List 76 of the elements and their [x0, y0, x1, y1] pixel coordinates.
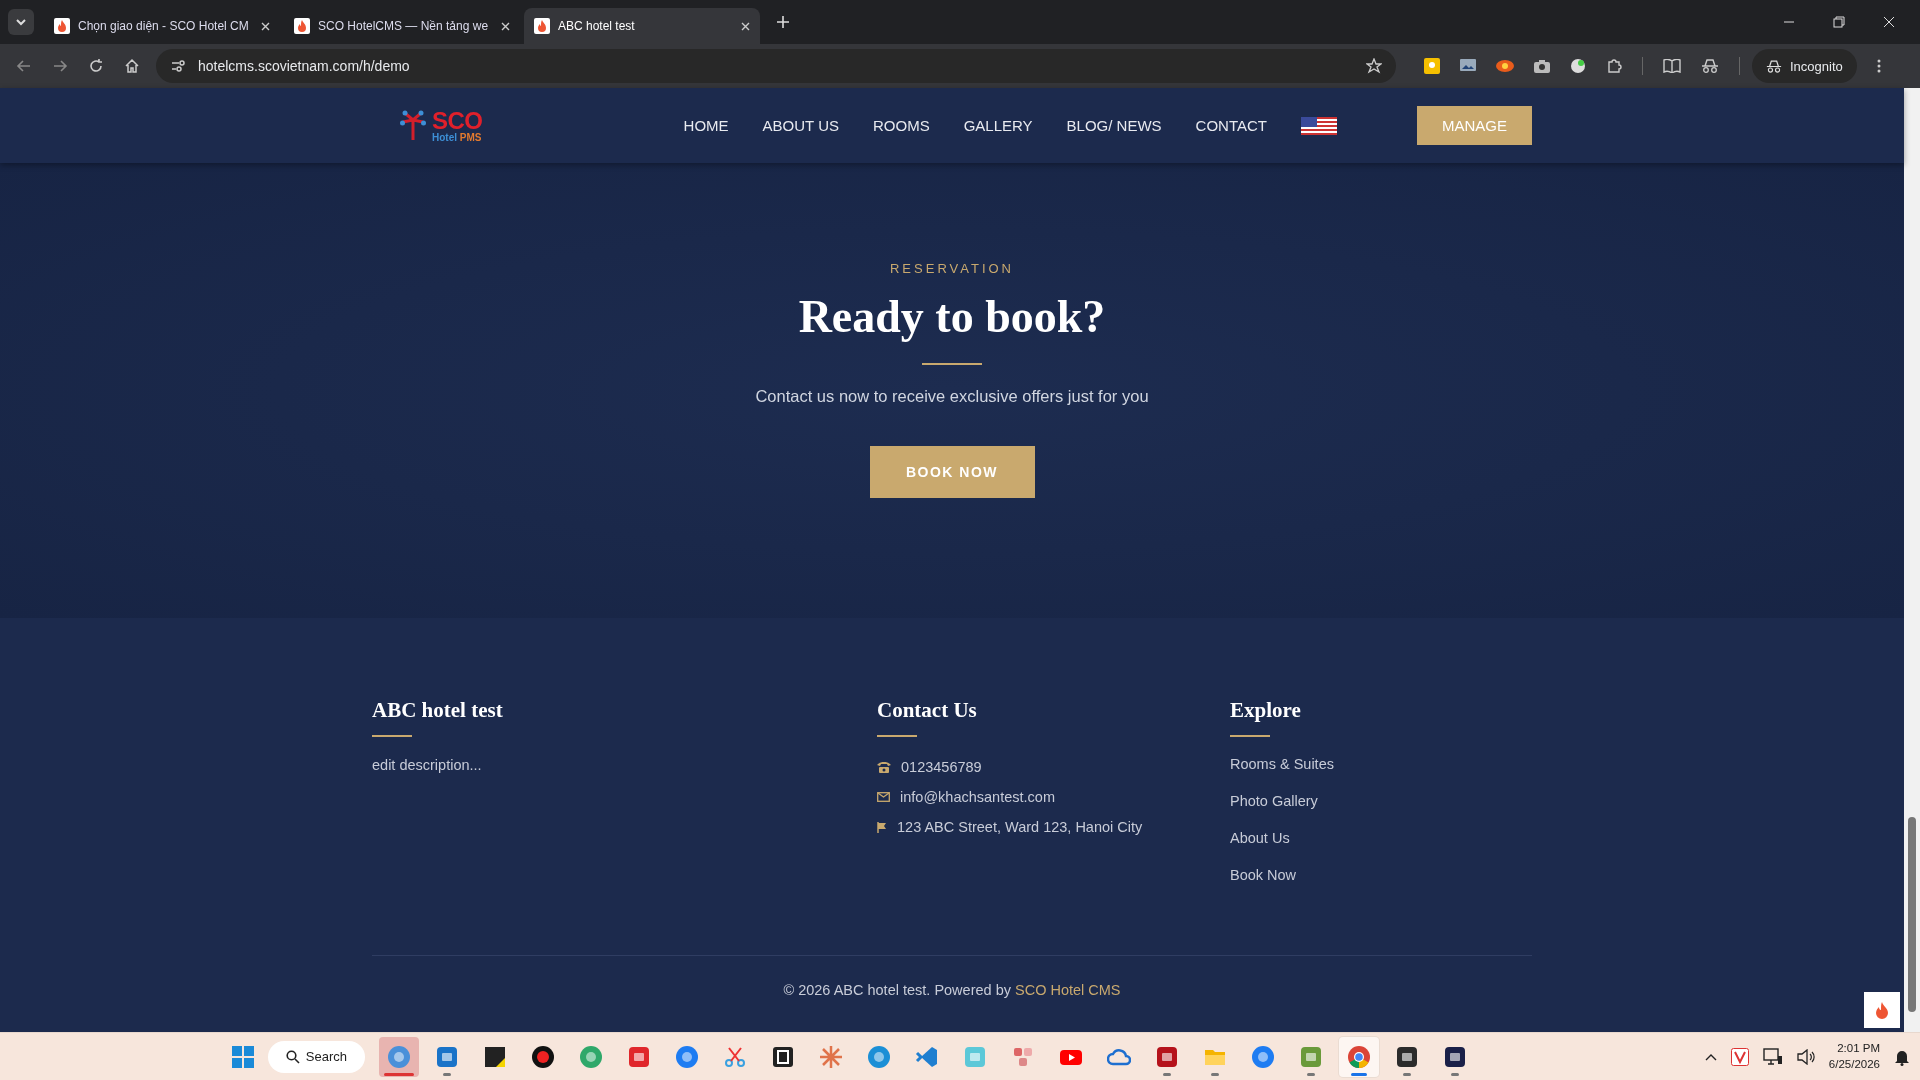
home-icon[interactable] — [124, 58, 140, 74]
contact-detail: 0123456789 — [901, 759, 982, 775]
footer-heading: Explore — [1230, 698, 1302, 723]
chevron-up-icon[interactable] — [1704, 1052, 1717, 1061]
reading-list-icon[interactable] — [1663, 59, 1681, 73]
nav-link[interactable]: HOME — [683, 117, 729, 134]
chat-widget-button[interactable] — [1864, 992, 1900, 1028]
scrollbar[interactable] — [1904, 88, 1920, 1032]
new-tab-icon[interactable] — [776, 15, 790, 29]
windows-start-icon[interactable] — [231, 1045, 254, 1068]
footer-description: edit description... — [372, 757, 483, 773]
logo-mark-icon — [400, 109, 426, 142]
nav-link[interactable]: ROOMS — [872, 117, 930, 134]
logo-text: SCO — [432, 108, 483, 133]
profile-button[interactable]: Incognito — [1752, 49, 1857, 83]
section-label: RESERVATION — [890, 261, 1014, 276]
nav-link[interactable]: BLOG/ NEWS — [1066, 117, 1162, 134]
puzzle-icon[interactable] — [1606, 58, 1622, 74]
flame-icon — [534, 18, 550, 34]
section-subtitle: Contact us now to receive exclusive offers just for you — [755, 387, 1149, 406]
contact-detail: 123 ABC Street, Ward 123, Hanoi City — [897, 819, 1143, 835]
back-icon[interactable] — [16, 58, 32, 74]
flag-icon — [877, 821, 887, 833]
restore-icon[interactable] — [1833, 16, 1845, 28]
flame-icon — [294, 18, 310, 34]
phone-icon — [877, 761, 891, 773]
frame-app-icon — [771, 1044, 795, 1069]
site-settings-icon[interactable] — [170, 58, 186, 74]
extension-icon[interactable] — [1496, 59, 1514, 73]
more-menu-icon[interactable] — [1876, 59, 1881, 73]
note-icon — [483, 1044, 507, 1069]
browser-tab[interactable]: ABC hotel test — [524, 8, 760, 44]
close-tab-icon[interactable] — [741, 21, 750, 31]
chevron-down-icon — [15, 18, 27, 26]
nav-link[interactable]: CONTACT — [1195, 117, 1267, 134]
incognito-icon[interactable] — [1701, 59, 1719, 73]
forward-icon[interactable] — [52, 58, 68, 74]
close-icon[interactable] — [1883, 16, 1895, 28]
copyright-text: © 2026 ABC hotel test. Powered by — [783, 982, 1011, 998]
footer-heading: Contact Us — [877, 698, 978, 723]
footer-heading: ABC hotel test — [372, 698, 504, 723]
tab-list-button[interactable] — [8, 9, 34, 35]
credit-link[interactable]: SCO Hotel CMS — [1015, 982, 1121, 998]
flame-icon — [54, 18, 70, 34]
close-tab-icon[interactable] — [501, 21, 510, 31]
incognito-icon — [1766, 59, 1782, 73]
footer-link[interactable]: Rooms & Suites — [1230, 746, 1532, 783]
image-extension-icon[interactable] — [1460, 59, 1476, 73]
footer-link[interactable]: Book Now — [1230, 857, 1532, 894]
flame-icon — [1874, 1001, 1890, 1019]
reload-icon[interactable] — [88, 58, 104, 74]
clock[interactable]: 2:01 PM 6/25/2026 — [1828, 1041, 1880, 1072]
logo-subtitle: Hotel PMS — [432, 132, 483, 143]
network-icon[interactable] — [1762, 1047, 1783, 1066]
record-icon — [531, 1044, 555, 1069]
sparkle-icon — [819, 1044, 843, 1069]
section-title: Ready to book? — [798, 290, 1106, 343]
browser-tab[interactable]: Chọn giao diện - SCO Hotel CM — [44, 8, 280, 44]
code-editor-icon — [915, 1044, 939, 1069]
close-tab-icon[interactable] — [261, 21, 270, 31]
footer-link[interactable]: Photo Gallery — [1230, 783, 1532, 820]
search-icon — [285, 1049, 300, 1064]
nav-link[interactable]: GALLERY — [963, 117, 1033, 134]
circle-app-icon — [387, 1044, 411, 1069]
camera-icon[interactable] — [1534, 59, 1550, 73]
address-bar[interactable]: hotelcms.scovietnam.com/h/demo — [156, 49, 1396, 83]
v-logo-icon[interactable] — [1730, 1047, 1749, 1066]
contact-detail: info@khachsantest.com — [900, 789, 1055, 805]
search-field[interactable]: Search — [267, 1040, 365, 1073]
us-flag-icon[interactable] — [1301, 116, 1337, 135]
footer-link[interactable]: About Us — [1230, 820, 1532, 857]
browser-tab[interactable]: SCO HotelCMS — Nền tảng we — [284, 8, 520, 44]
nav-link[interactable]: ABOUT US — [762, 117, 839, 134]
star-icon[interactable] — [1366, 58, 1382, 74]
speaker-icon[interactable] — [1796, 1048, 1815, 1065]
orb-extension-icon[interactable] — [1570, 58, 1586, 74]
